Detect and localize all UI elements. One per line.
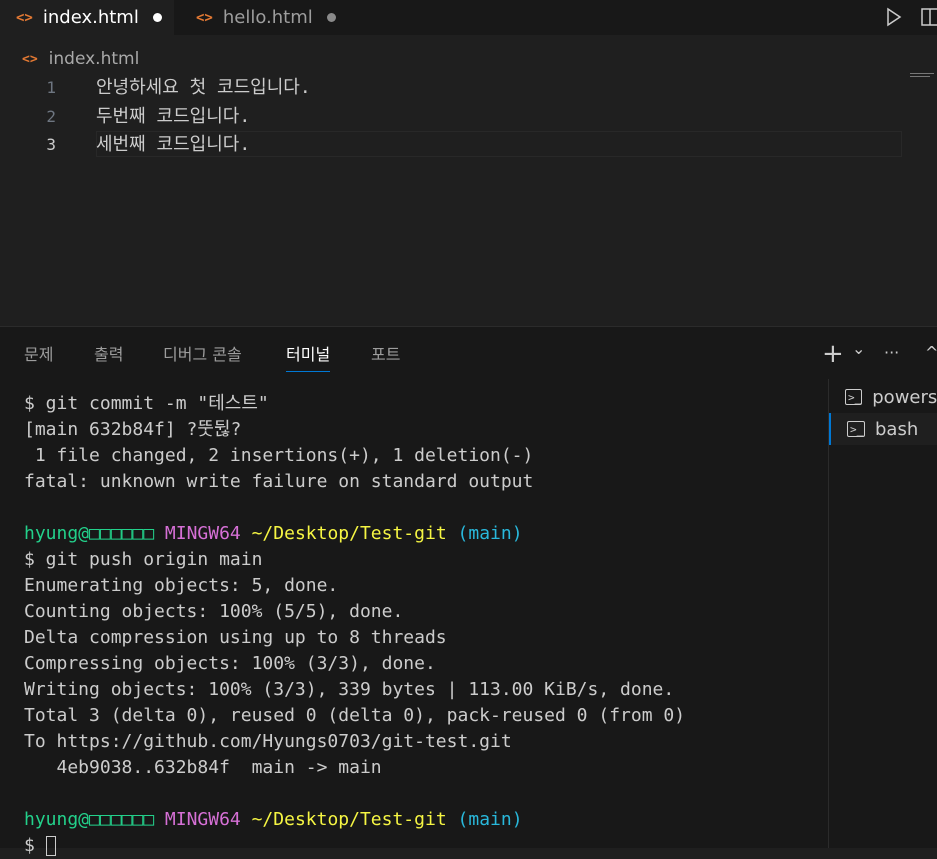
prompt-system: MINGW64 — [164, 523, 241, 544]
terminal-icon: >_ — [845, 389, 863, 405]
tab-hello-html[interactable]: <> hello.html — [180, 0, 350, 35]
more-actions-icon[interactable]: ··· — [884, 343, 899, 362]
terminal-line: [main 632b84f] ?뚯뒪? — [24, 419, 242, 440]
prompt-path: ~/Desktop/Test-git — [251, 523, 447, 544]
unsaved-dot-icon[interactable] — [326, 13, 336, 22]
line-text[interactable]: 안녕하세요 첫 코드입니다. — [96, 74, 311, 102]
html-file-icon: <> — [196, 9, 213, 26]
terminal-line: 1 file changed, 2 insertions(+), 1 delet… — [24, 445, 534, 466]
terminal-line: Delta compression using up to 8 threads — [24, 627, 447, 648]
terminal-line: Compressing objects: 100% (3/3), done. — [24, 653, 436, 674]
terminal-line: $ git commit -m "테스트" — [24, 393, 269, 414]
terminal-prompt: hyung@□□□□□□ MINGW64 ~/Desktop/Test-git … — [24, 807, 685, 833]
terminal-line: Writing objects: 100% (3/3), 339 bytes |… — [24, 679, 675, 700]
tab-terminal[interactable]: 터미널 — [286, 341, 331, 372]
new-terminal-icon[interactable]: + — [822, 339, 844, 369]
collapse-panel-icon[interactable]: ^ — [925, 343, 937, 362]
breadcrumb[interactable]: <> index.html — [22, 48, 139, 70]
tab-debug-console[interactable]: 디버그 콘솔 — [163, 341, 242, 371]
line-number: 3 — [46, 135, 56, 154]
prompt-user: hyung@□□□□□□ — [24, 523, 155, 544]
terminal-item-label: powershell — [872, 386, 937, 408]
unsaved-dot-icon[interactable] — [152, 13, 162, 22]
line-text[interactable]: 두번째 코드입니다. — [96, 103, 250, 131]
terminal-output[interactable]: $ git commit -m "테스트" [main 632b84f] ?뚯뒪?… — [24, 391, 685, 859]
input-prefix: $ — [24, 835, 46, 856]
run-icon[interactable] — [884, 7, 904, 27]
line-text[interactable]: 세번째 코드입니다. — [96, 131, 250, 159]
prompt-user: hyung@□□□□□□ — [24, 809, 155, 830]
terminal-line: To https://github.com/Hyungs0703/git-tes… — [24, 731, 512, 752]
chevron-down-icon[interactable]: ⌄ — [852, 339, 865, 358]
prompt-branch: (main) — [457, 809, 523, 830]
terminal-line: Counting objects: 100% (5/5), done. — [24, 601, 404, 622]
editor-tab-bar: <> index.html <> hello.html — [0, 0, 937, 35]
prompt-path: ~/Desktop/Test-git — [251, 809, 447, 830]
terminal-line: Enumerating objects: 5, done. — [24, 575, 339, 596]
terminal-line: 4eb9038..632b84f main -> main — [24, 757, 382, 778]
terminal-item-label: bash — [875, 418, 919, 440]
prompt-branch: (main) — [457, 523, 523, 544]
terminal-list: >_ powershell >_ bash — [828, 379, 937, 848]
line-number: 1 — [46, 78, 56, 97]
terminal-line: fatal: unknown write failure on standard… — [24, 471, 534, 492]
panel-tabs: 문제 출력 디버그 콘솔 터미널 포트 — [0, 327, 800, 377]
tab-label: hello.html — [222, 7, 313, 28]
terminal-prompt: hyung@□□□□□□ MINGW64 ~/Desktop/Test-git … — [24, 521, 685, 547]
editor-line[interactable]: 2 두번째 코드입니다. — [0, 103, 937, 131]
breadcrumb-file[interactable]: index.html — [49, 49, 140, 69]
tab-ports[interactable]: 포트 — [371, 341, 400, 371]
tab-label: index.html — [42, 7, 139, 28]
html-file-icon: <> — [16, 9, 33, 26]
terminal-line: Total 3 (delta 0), reused 0 (delta 0), p… — [24, 705, 686, 726]
tab-problems[interactable]: 문제 — [24, 341, 53, 371]
terminal-icon: >_ — [847, 421, 865, 437]
terminal-item-powershell[interactable]: >_ powershell — [829, 381, 937, 413]
tab-output[interactable]: 출력 — [94, 341, 123, 371]
line-number: 2 — [46, 107, 56, 126]
tab-index-html[interactable]: <> index.html — [0, 0, 174, 35]
terminal-cursor — [45, 836, 56, 856]
split-editor-icon[interactable] — [920, 7, 937, 27]
terminal-input-line[interactable]: $ — [24, 833, 685, 859]
terminal-line: $ git push origin main — [24, 549, 263, 570]
editor-line[interactable]: 3 세번째 코드입니다. — [0, 131, 937, 159]
prompt-system: MINGW64 — [164, 809, 241, 830]
editor-line[interactable]: 1 안녕하세요 첫 코드입니다. — [0, 74, 937, 102]
bottom-panel: 문제 출력 디버그 콘솔 터미널 포트 + ⌄ ··· ^ $ git comm… — [0, 326, 937, 856]
html-file-icon: <> — [22, 51, 38, 67]
terminal-item-bash[interactable]: >_ bash — [829, 413, 937, 445]
